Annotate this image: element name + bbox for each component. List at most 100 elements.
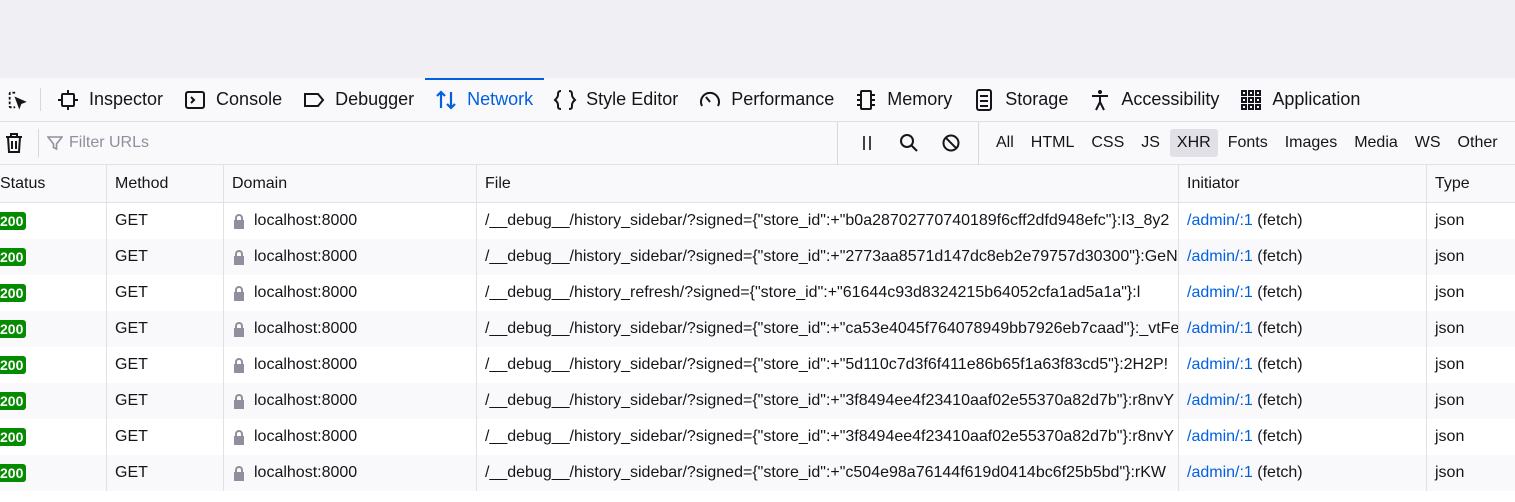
- network-icon: [436, 89, 456, 110]
- type-filter-css[interactable]: CSS: [1084, 129, 1131, 157]
- tab-label: Storage: [1005, 89, 1069, 109]
- initiator-link[interactable]: /admin/:1: [1187, 428, 1253, 446]
- type-filter-other[interactable]: Other: [1451, 129, 1505, 157]
- console-icon: [185, 90, 206, 109]
- domain-text: localhost:8000: [254, 320, 358, 337]
- initiator-link[interactable]: /admin/:1: [1187, 284, 1253, 302]
- file-cell: /__debug__/history_sidebar/?signed={"sto…: [477, 203, 1179, 239]
- memory-icon: [857, 89, 876, 110]
- column-header-domain[interactable]: Domain: [224, 165, 477, 202]
- initiator-link[interactable]: /admin/:1: [1187, 212, 1253, 230]
- tab-network[interactable]: Network: [425, 78, 545, 121]
- tab-inspector[interactable]: Inspector: [47, 78, 174, 121]
- table-row[interactable]: 200 GET localhost:8000 /__debug__/histor…: [0, 347, 1515, 383]
- type-filter-all[interactable]: All: [989, 129, 1021, 157]
- column-header-initiator[interactable]: Initiator: [1179, 165, 1427, 202]
- request-type-filters: All HTML CSS JS XHR Fonts Images Media W…: [978, 121, 1508, 165]
- domain-cell: localhost:8000: [224, 455, 477, 491]
- pause-button[interactable]: [846, 122, 888, 165]
- initiator-cell: /admin/:1 (fetch): [1179, 455, 1427, 491]
- trash-icon: [6, 133, 22, 153]
- method-cell: GET: [107, 419, 224, 455]
- initiator-cell: /admin/:1 (fetch): [1179, 275, 1427, 311]
- file-cell: /__debug__/history_sidebar/?signed={"sto…: [477, 383, 1179, 419]
- clear-button[interactable]: [0, 122, 28, 165]
- table-row[interactable]: 200 GET localhost:8000 /__debug__/histor…: [0, 275, 1515, 311]
- status-badge: 200: [0, 464, 27, 482]
- tab-console[interactable]: Console: [174, 78, 293, 121]
- accessibility-icon: [1092, 89, 1109, 110]
- lock-icon: [234, 394, 244, 409]
- tab-style-editor[interactable]: Style Editor: [544, 78, 689, 121]
- initiator-cell: /admin/:1 (fetch): [1179, 203, 1427, 239]
- initiator-suffix: (fetch): [1257, 464, 1303, 481]
- domain-text: localhost:8000: [254, 356, 358, 373]
- table-row[interactable]: 200 GET localhost:8000 /__debug__/histor…: [0, 203, 1515, 239]
- column-header-file[interactable]: File: [477, 165, 1179, 202]
- tab-storage[interactable]: Storage: [963, 78, 1079, 121]
- initiator-suffix: (fetch): [1257, 392, 1303, 409]
- tab-label: Console: [216, 89, 283, 109]
- domain-cell: localhost:8000: [224, 203, 477, 239]
- initiator-link[interactable]: /admin/:1: [1187, 356, 1253, 374]
- type-filter-js[interactable]: JS: [1134, 129, 1167, 157]
- domain-cell: localhost:8000: [224, 311, 477, 347]
- toolbar-actions: [837, 121, 972, 165]
- initiator-link[interactable]: /admin/:1: [1187, 248, 1253, 266]
- tab-label: Inspector: [89, 89, 164, 109]
- initiator-suffix: (fetch): [1257, 284, 1303, 301]
- initiator-cell: /admin/:1 (fetch): [1179, 383, 1427, 419]
- type-cell: json: [1435, 356, 1465, 373]
- search-button[interactable]: [888, 122, 930, 165]
- type-filter-media[interactable]: Media: [1347, 129, 1405, 157]
- filter-urls-input[interactable]: Filter URLs: [47, 122, 837, 165]
- initiator-suffix: (fetch): [1257, 320, 1303, 337]
- domain-cell: localhost:8000: [224, 347, 477, 383]
- type-filter-images[interactable]: Images: [1278, 129, 1344, 157]
- column-header-type[interactable]: Type: [1427, 165, 1515, 202]
- status-cell: 200: [0, 275, 107, 311]
- status-badge: 200: [0, 392, 27, 410]
- tab-accessibility[interactable]: Accessibility: [1079, 78, 1230, 121]
- type-filter-xhr[interactable]: XHR: [1169, 129, 1218, 157]
- toolbar-separator: [38, 129, 39, 157]
- element-picker-button[interactable]: [0, 78, 34, 121]
- tab-debugger[interactable]: Debugger: [293, 78, 425, 121]
- table-row[interactable]: 200 GET localhost:8000 /__debug__/histor…: [0, 383, 1515, 419]
- inspector-icon: [58, 89, 78, 110]
- style-editor-icon: [553, 89, 577, 110]
- initiator-cell: /admin/:1 (fetch): [1179, 419, 1427, 455]
- tab-label: Performance: [731, 89, 835, 109]
- table-row[interactable]: 200 GET localhost:8000 /__debug__/histor…: [0, 455, 1515, 491]
- table-row[interactable]: 200 GET localhost:8000 /__debug__/histor…: [0, 239, 1515, 275]
- initiator-link[interactable]: /admin/:1: [1187, 392, 1253, 410]
- tab-label: Accessibility: [1121, 89, 1220, 109]
- application-icon: [1241, 89, 1262, 110]
- domain-text: localhost:8000: [254, 284, 358, 301]
- type-cell: json: [1435, 284, 1465, 301]
- file-cell: /__debug__/history_sidebar/?signed={"sto…: [477, 347, 1179, 383]
- initiator-link[interactable]: /admin/:1: [1187, 464, 1253, 482]
- type-filter-fonts[interactable]: Fonts: [1221, 129, 1275, 157]
- devtools-tab-bar: Inspector Console Debugger Network Style…: [0, 78, 1515, 122]
- type-cell: json: [1435, 320, 1465, 337]
- tab-application[interactable]: Application: [1230, 78, 1371, 121]
- table-row[interactable]: 200 GET localhost:8000 /__debug__/histor…: [0, 311, 1515, 347]
- table-row[interactable]: 200 GET localhost:8000 /__debug__/histor…: [0, 419, 1515, 455]
- domain-text: localhost:8000: [254, 248, 358, 265]
- initiator-link[interactable]: /admin/:1: [1187, 320, 1253, 338]
- tab-performance[interactable]: Performance: [689, 78, 845, 121]
- type-filter-html[interactable]: HTML: [1024, 129, 1082, 157]
- window-top-area: [0, 0, 1515, 78]
- block-button[interactable]: [930, 122, 972, 165]
- domain-text: localhost:8000: [254, 212, 358, 229]
- initiator-cell: /admin/:1 (fetch): [1179, 347, 1427, 383]
- tab-label: Style Editor: [586, 89, 679, 109]
- type-filter-ws[interactable]: WS: [1408, 129, 1448, 157]
- column-header-status[interactable]: Status: [0, 165, 107, 202]
- column-header-method[interactable]: Method: [107, 165, 224, 202]
- tab-label: Network: [467, 89, 534, 109]
- method-cell: GET: [107, 383, 224, 419]
- tab-memory[interactable]: Memory: [845, 78, 963, 121]
- debugger-icon: [304, 92, 325, 107]
